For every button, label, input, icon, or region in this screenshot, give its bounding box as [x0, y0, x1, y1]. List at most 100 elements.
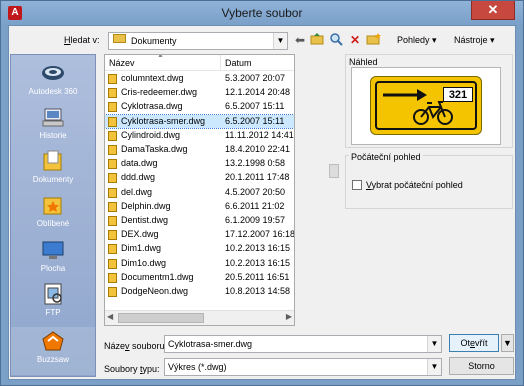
file-name: Cylindroid.dwg	[121, 129, 181, 140]
table-row[interactable]: Cylindroid.dwg 11.11.2012 14:41	[105, 129, 294, 143]
column-header-date[interactable]: Datum	[221, 55, 294, 71]
dwg-file-icon	[108, 272, 117, 283]
file-date: 17.12.2007 16:18	[225, 229, 295, 240]
delete-icon[interactable]: ✕	[348, 32, 362, 48]
new-folder-icon[interactable]	[366, 32, 382, 48]
table-row[interactable]: Delphin.dwg 6.6.2011 21:02	[105, 200, 294, 214]
file-name: Documentm1.dwg	[121, 271, 194, 282]
table-row[interactable]: del.dwg 4.5.2007 20:50	[105, 186, 294, 200]
place-label: Dokumenty	[32, 175, 74, 184]
place-label: Autodesk 360	[28, 87, 78, 96]
chevron-down-icon: ▼	[503, 338, 512, 348]
scroll-left-icon[interactable]: ◀	[107, 312, 113, 321]
place-label: FTP	[45, 308, 61, 317]
chevron-down-icon[interactable]: ▼	[427, 336, 441, 352]
file-date: 18.4.2010 22:41	[225, 144, 291, 154]
history-icon	[40, 105, 66, 129]
tools-menu[interactable]: Nástroje ▾	[454, 35, 495, 46]
place-favorites[interactable]: Oblíbené	[11, 193, 95, 228]
place-ftp[interactable]: FTP	[11, 282, 95, 317]
select-initial-view-checkbox[interactable]	[352, 180, 362, 190]
table-row[interactable]: Documentm1.dwg 20.5.2011 16:51	[105, 271, 294, 285]
filename-input[interactable]: Cyklotrasa-smer.dwg ▼	[164, 335, 442, 353]
file-name: del.dwg	[121, 186, 153, 197]
select-initial-view-label[interactable]: Vybrat počáteční pohled	[366, 180, 463, 190]
title-bar[interactable]: A Vyberte soubor ✕	[1, 1, 523, 25]
column-header-name[interactable]: Název ▲	[105, 55, 221, 71]
place-documents[interactable]: Dokumenty	[11, 149, 95, 184]
table-row[interactable]: DEX.dwg 17.12.2007 16:18	[105, 228, 295, 242]
file-dialog-window: A Vyberte soubor ✕ Hledat v: Dokumenty ▼…	[0, 0, 524, 386]
cloud-icon	[40, 61, 66, 85]
chevron-down-icon[interactable]: ▼	[427, 359, 441, 375]
dwg-file-icon	[108, 258, 117, 269]
file-date: 20.5.2011 16:51	[225, 271, 290, 282]
table-row[interactable]: Cris-redeemer.dwg 12.1.2014 20:48	[105, 86, 294, 100]
lookin-value: Dokumenty	[131, 36, 177, 46]
preview-image: 321	[351, 67, 501, 145]
scroll-right-icon[interactable]: ▶	[286, 312, 292, 321]
table-row[interactable]: Cyklotrasa-smer.dwg 6.5.2007 15:11	[105, 113, 294, 130]
dwg-file-icon	[108, 88, 117, 99]
filetype-label: Soubory typu:	[104, 364, 160, 374]
file-name: Cyklotrasa.dwg	[121, 101, 183, 112]
chevron-down-icon[interactable]: ▼	[273, 33, 287, 49]
dwg-file-icon	[108, 230, 117, 241]
views-menu[interactable]: Pohledy ▾	[397, 35, 437, 46]
lookin-dropdown[interactable]: Dokumenty ▼	[108, 32, 288, 50]
file-name: Dim1o.dwg	[121, 257, 167, 268]
horizontal-scroll-thumb[interactable]	[118, 313, 204, 323]
place-label: Plocha	[40, 264, 66, 273]
filename-value: Cyklotrasa-smer.dwg	[168, 339, 253, 349]
place-history[interactable]: Historie	[11, 105, 95, 140]
file-date: 5.3.2007 20:07	[225, 73, 286, 83]
file-name: Cris-redeemer.dwg	[121, 87, 198, 98]
dwg-file-icon	[108, 201, 117, 212]
horizontal-scrollbar[interactable]: ◀ ▶	[105, 310, 294, 325]
file-date: 4.5.2007 20:50	[225, 186, 286, 197]
dialog-client-area: Hledat v: Dokumenty ▼ ⬅ ✕ Pohledy ▾ Nást…	[8, 25, 516, 380]
file-list[interactable]: Název ▲ Datum columntext.dwg 5.3.2007 20:…	[104, 54, 295, 326]
open-button[interactable]: Otevřít	[449, 334, 499, 352]
table-row[interactable]: Cyklotrasa.dwg 6.5.2007 15:11	[105, 100, 294, 114]
dwg-file-icon	[108, 287, 117, 297]
table-row[interactable]: DamaTaska.dwg 18.4.2010 22:41	[105, 143, 294, 157]
dwg-file-icon	[108, 187, 117, 198]
up-folder-icon[interactable]	[310, 32, 324, 48]
preview-label: Náhled	[349, 57, 378, 67]
place-label: Oblíbené	[36, 219, 70, 228]
file-date: 6.5.2007 15:11	[225, 101, 285, 112]
back-arrow-icon[interactable]: ⬅	[293, 32, 307, 48]
file-date: 10.2.2013 16:15	[225, 243, 291, 254]
close-button[interactable]: ✕	[471, 1, 515, 20]
favorites-folder-icon	[40, 193, 66, 217]
initial-view-label: Počáteční pohled	[349, 152, 423, 162]
sort-ascending-icon: ▲	[157, 54, 164, 59]
table-row[interactable]: Dim1.dwg 10.2.2013 16:15	[105, 242, 294, 256]
file-date: 10.2.2013 16:15	[225, 257, 291, 268]
dwg-file-icon	[108, 244, 117, 255]
file-name: DEX.dwg	[121, 229, 159, 240]
place-autodesk-360[interactable]: Autodesk 360	[11, 61, 95, 96]
table-row[interactable]: Dim1o.dwg 10.2.2013 16:15	[105, 257, 294, 271]
window-title: Vyberte soubor	[221, 6, 303, 20]
vertical-scrollbar[interactable]	[328, 70, 340, 334]
table-row[interactable]: columntext.dwg 5.3.2007 20:07	[105, 72, 294, 86]
place-desktop[interactable]: Plocha	[11, 238, 95, 273]
filetype-dropdown[interactable]: Výkres (*.dwg) ▼	[164, 358, 442, 376]
place-buzzsaw[interactable]: Buzzsaw	[11, 327, 95, 375]
dwg-file-icon	[108, 130, 117, 141]
folder-icon	[113, 34, 126, 44]
table-row[interactable]: ddd.dwg 20.1.2011 17:48	[105, 171, 294, 185]
file-date: 10.8.2013 14:58	[225, 286, 291, 296]
dwg-file-icon	[108, 216, 117, 226]
table-row[interactable]: Dentist.dwg 6.1.2009 19:57	[105, 214, 294, 228]
table-row[interactable]: data.dwg 13.2.1998 0:58	[105, 157, 294, 171]
open-options-dropdown[interactable]: ▼	[501, 334, 514, 352]
cancel-button[interactable]: Storno	[449, 357, 514, 375]
search-web-icon[interactable]	[329, 32, 343, 48]
vertical-scroll-thumb[interactable]	[329, 164, 339, 178]
file-date: 6.6.2011 21:02	[225, 200, 285, 211]
dwg-file-icon	[108, 145, 117, 155]
table-row[interactable]: DodgeNeon.dwg 10.8.2013 14:58	[105, 285, 294, 299]
